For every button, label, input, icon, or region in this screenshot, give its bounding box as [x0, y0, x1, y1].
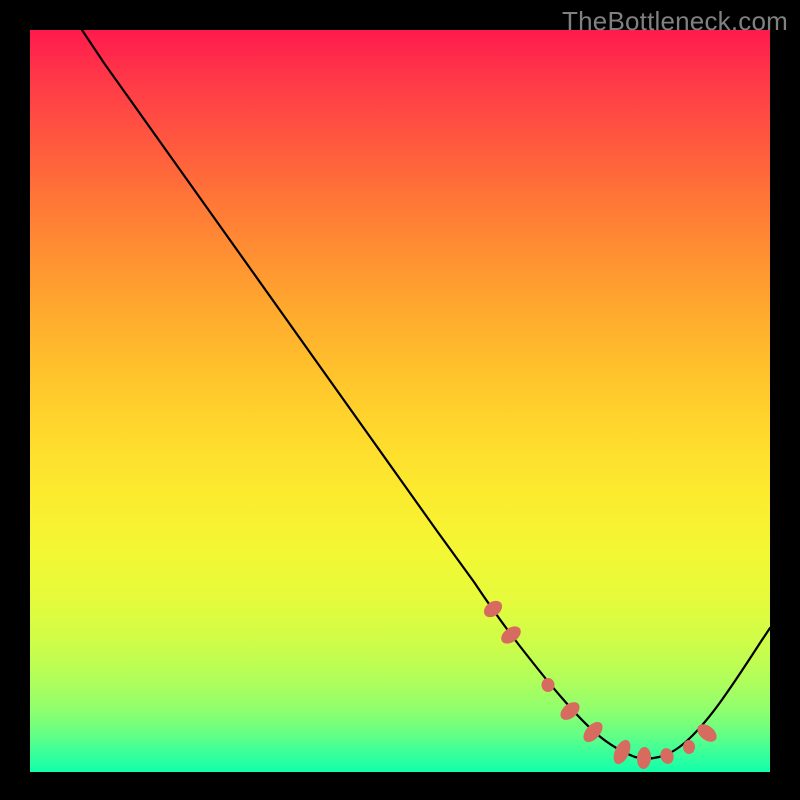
- marker-7: [636, 746, 652, 769]
- plot-area: [30, 30, 770, 772]
- marker-3: [542, 678, 555, 692]
- marker-9: [683, 740, 695, 754]
- marker-10: [694, 721, 720, 746]
- chart-frame: TheBottleneck.com: [0, 0, 800, 800]
- marker-1: [481, 597, 505, 620]
- bottleneck-curve: [82, 30, 770, 759]
- curve-layer: [30, 30, 770, 772]
- marker-2: [498, 623, 524, 647]
- marker-6: [610, 737, 634, 766]
- marker-8: [658, 746, 675, 765]
- watermark-text: TheBottleneck.com: [562, 6, 788, 37]
- marker-4: [557, 699, 583, 724]
